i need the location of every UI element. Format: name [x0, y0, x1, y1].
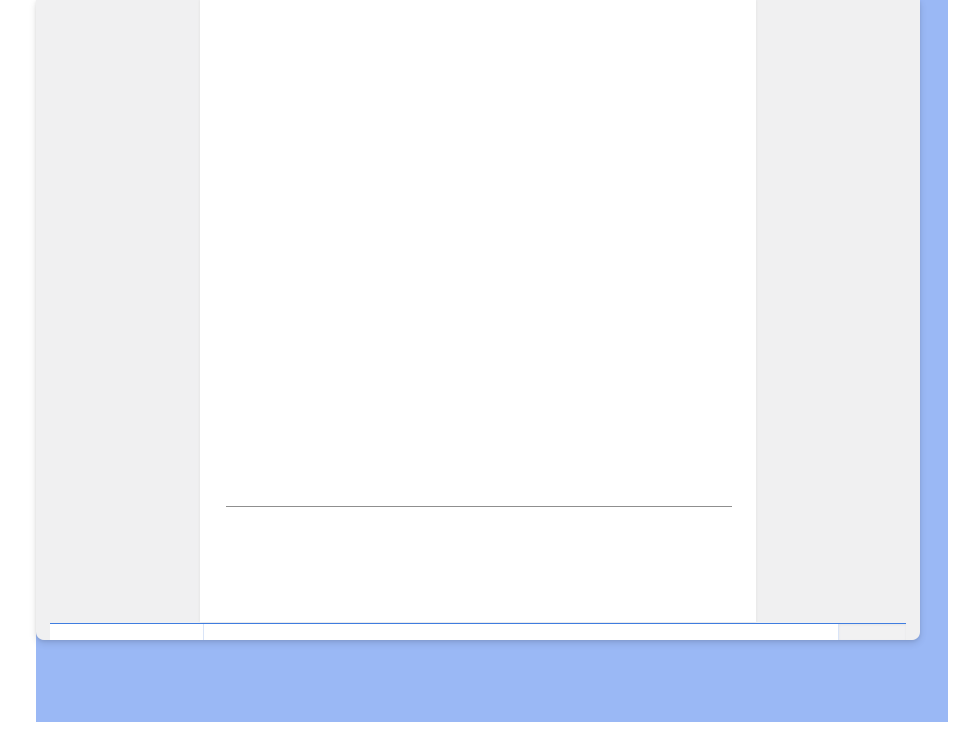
app-window [36, 0, 920, 640]
left-sidebar [36, 0, 200, 622]
workspace [36, 0, 920, 622]
status-segment-right[interactable] [838, 624, 906, 640]
bottom-status-strip [50, 623, 906, 640]
footnote-separator [226, 506, 732, 507]
status-segment-left[interactable] [50, 624, 204, 640]
status-segment-center[interactable] [204, 624, 838, 640]
right-sidebar [756, 0, 920, 622]
document-page[interactable] [200, 0, 756, 622]
